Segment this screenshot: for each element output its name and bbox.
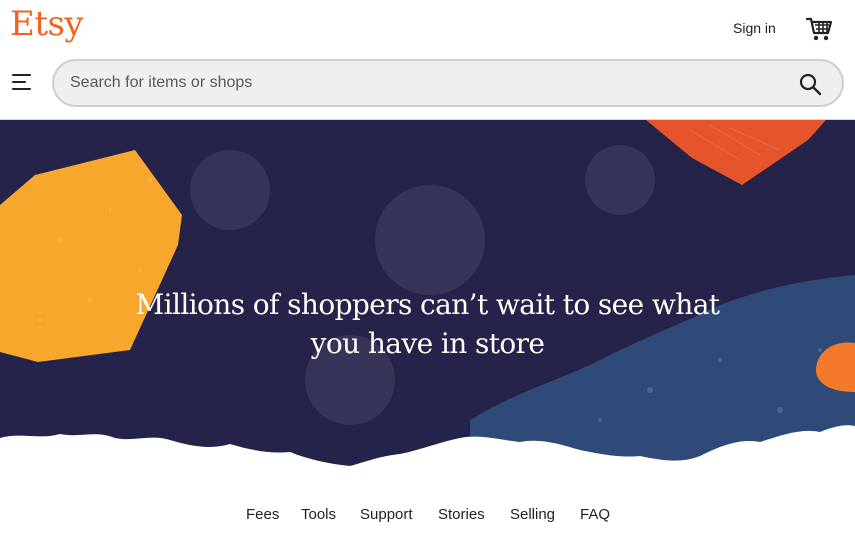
- page: Etsy Sign in Search for items or shops M…: [0, 0, 855, 547]
- sign-in-link[interactable]: Sign in: [733, 20, 776, 36]
- footer-link-selling[interactable]: Selling: [510, 506, 555, 523]
- footer-link-stories[interactable]: Stories: [438, 506, 485, 523]
- footer-link-support[interactable]: Support: [360, 506, 413, 523]
- search-icon[interactable]: [798, 72, 822, 96]
- footer-link-tools[interactable]: Tools: [301, 506, 336, 523]
- hero-banner: Millions of shoppers can’t wait to see w…: [0, 120, 855, 475]
- hero-headline: Millions of shoppers can’t wait to see w…: [0, 285, 855, 363]
- footer-link-faq[interactable]: FAQ: [580, 506, 610, 523]
- hero-headline-line-2: you have in store: [310, 327, 545, 360]
- hero-headline-line-1: Millions of shoppers can’t wait to see w…: [135, 288, 721, 321]
- hamburger-menu-icon[interactable]: [12, 73, 32, 91]
- search-bar: [52, 59, 844, 107]
- search-input[interactable]: [70, 70, 770, 96]
- cart-icon[interactable]: [806, 16, 834, 42]
- footer-link-fees[interactable]: Fees: [246, 506, 279, 523]
- etsy-logo[interactable]: Etsy: [10, 4, 84, 44]
- footer-nav: Fees Tools Support Stories Selling FAQ: [0, 506, 855, 526]
- site-header: Etsy Sign in: [0, 0, 855, 58]
